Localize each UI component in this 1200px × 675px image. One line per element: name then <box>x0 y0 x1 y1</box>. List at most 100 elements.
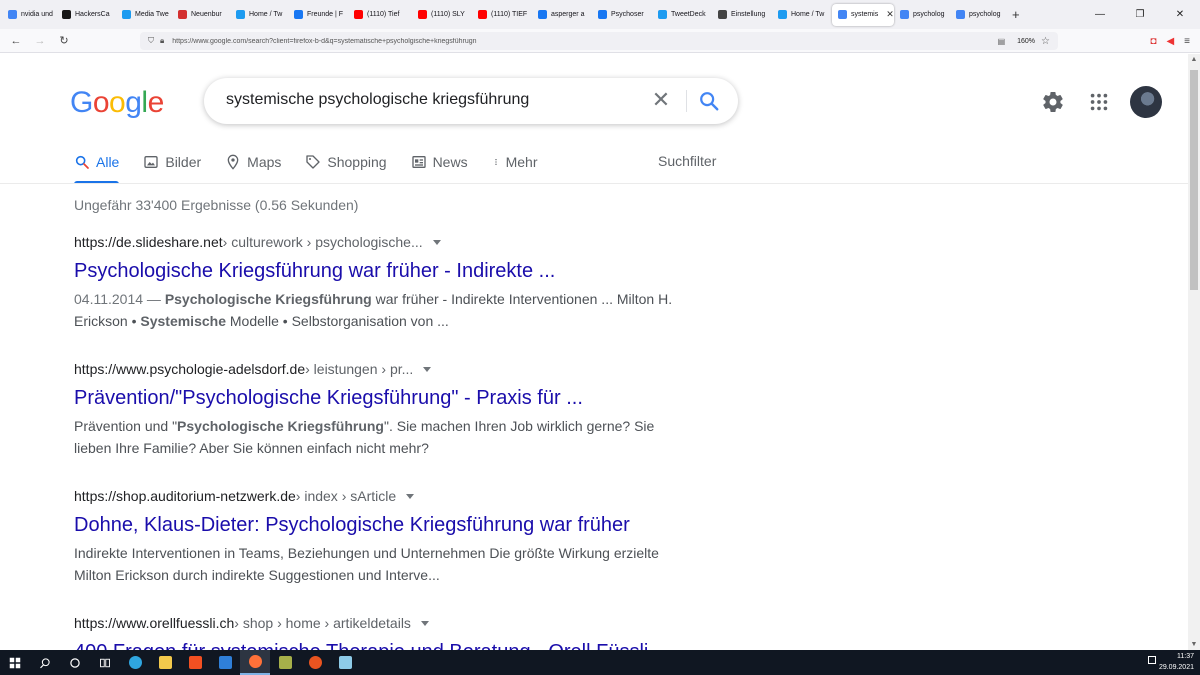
result-title-link[interactable]: Dohne, Klaus-Dieter: Psychologische Krie… <box>74 512 674 538</box>
menu-icon[interactable]: ≡ <box>1184 36 1190 47</box>
result-title-link[interactable]: Psychologische Kriegsführung war früher … <box>74 258 674 284</box>
ubuntu-icon[interactable] <box>300 650 330 675</box>
tab-bar: nvidia und HackersCa Media Twe Neuenbur Home… <box>0 0 1200 29</box>
extension-icon[interactable]: ◀ <box>1166 36 1174 47</box>
tab-bilder[interactable]: Bilder <box>143 150 201 174</box>
reader-view-icon[interactable]: ▤ <box>998 37 1012 46</box>
tab-alle[interactable]: Alle <box>74 150 120 184</box>
search-icon[interactable] <box>30 650 60 675</box>
result-title-link[interactable]: Prävention/"Psychologische Kriegsführung… <box>74 385 674 411</box>
browser-tab[interactable]: (1110) TIEF <box>472 3 532 27</box>
result-stats: Ungefähr 33'400 Ergebnisse (0.56 Sekunde… <box>74 197 359 213</box>
result-url[interactable]: https://www.orellfuessli.ch › shop › hom… <box>74 615 674 631</box>
restore-icon[interactable]: ❐ <box>1120 9 1160 20</box>
result-breadcrumb[interactable]: › index › sArticle <box>296 488 396 504</box>
result-domain[interactable]: https://www.orellfuessli.ch <box>74 615 234 631</box>
back-arrow-icon[interactable]: ← <box>4 35 28 47</box>
search-input[interactable]: systemische psychologische kriegsführung <box>226 91 529 109</box>
google-logo[interactable]: Google <box>70 86 164 120</box>
tab-shopping[interactable]: Shopping <box>305 150 387 174</box>
close-icon[interactable]: ✕ <box>1160 9 1200 20</box>
browser-tab[interactable]: asperger a <box>532 3 592 27</box>
lock-icon[interactable]: 🔒︎ <box>160 36 164 46</box>
tab-label: News <box>432 154 468 170</box>
result-domain[interactable]: https://www.psychologie-adelsdorf.de <box>74 361 305 377</box>
tab-news[interactable]: News <box>411 150 468 174</box>
browser-tab[interactable]: Neuenbur <box>172 3 230 27</box>
browser-tab[interactable]: Media Twe <box>116 3 172 27</box>
browser-tab[interactable]: systemis ✕ <box>832 3 894 26</box>
browser-tab[interactable]: (1110) SLY <box>412 3 472 27</box>
search-icon[interactable] <box>698 90 720 112</box>
snippet-highlight: Psychologische Kriegsführung <box>177 418 384 434</box>
logo-letter: o <box>92 86 110 119</box>
tab-label: Shopping <box>327 154 387 170</box>
result-url[interactable]: https://www.psychologie-adelsdorf.de › l… <box>74 361 674 377</box>
browser-tab[interactable]: psycholog <box>950 3 1006 27</box>
task-view-icon[interactable] <box>90 650 120 675</box>
result-url[interactable]: https://shop.auditorium-netzwerk.de › in… <box>74 488 674 504</box>
result-breadcrumb[interactable]: › leistungen › pr... <box>305 361 413 377</box>
browser-tab[interactable]: TweetDeck <box>652 3 712 27</box>
tab-maps[interactable]: Maps <box>225 150 281 174</box>
mail-icon[interactable] <box>210 650 240 675</box>
search-filter-button[interactable]: Suchfilter <box>658 153 716 169</box>
reload-icon[interactable]: ↻ <box>52 34 76 47</box>
browser-tab[interactable]: HackersCa <box>56 3 116 27</box>
x-app-icon[interactable] <box>270 650 300 675</box>
scroll-down-icon[interactable]: ▼ <box>1188 641 1200 648</box>
file-explorer-icon[interactable] <box>150 650 180 675</box>
google-apps-grid-icon[interactable] <box>1088 91 1110 113</box>
zoom-level[interactable]: 160% <box>1011 38 1041 45</box>
forward-arrow-icon[interactable]: → <box>28 35 52 47</box>
settings-gear-icon[interactable] <box>1041 90 1065 114</box>
notepad-icon[interactable] <box>330 650 360 675</box>
result-domain[interactable]: https://de.slideshare.net <box>74 234 223 250</box>
new-tab-icon[interactable]: + <box>1012 7 1020 22</box>
windows-start-icon[interactable] <box>0 650 30 675</box>
browser-tab[interactable]: nvidia und <box>2 3 56 27</box>
url-bar[interactable]: ⛉ 🔒︎ https://www.google.com/search?clien… <box>140 32 1058 50</box>
tab-mehr[interactable]: Mehr <box>492 150 537 174</box>
result-snippet: 04.11.2014 — Psychologische Kriegsführun… <box>74 288 674 332</box>
browser-tab[interactable]: Freunde | F <box>288 3 348 27</box>
shield-icon[interactable]: ⛉ <box>148 36 154 46</box>
scrollbar-thumb[interactable] <box>1190 70 1198 290</box>
clear-icon[interactable]: ✕ <box>650 89 672 112</box>
twitter-icon <box>778 10 787 19</box>
github-icon <box>62 10 71 19</box>
scroll-up-icon[interactable]: ▲ <box>1188 56 1200 63</box>
browser-tab[interactable]: Home / Tw <box>230 3 288 27</box>
browser-tab-label: Home / Tw <box>791 11 825 18</box>
tab-close-icon[interactable]: ✕ <box>886 9 894 20</box>
bookmark-star-icon[interactable]: ☆ <box>1041 36 1058 47</box>
minimize-icon[interactable]: — <box>1080 9 1120 20</box>
result-menu-caret-icon[interactable] <box>432 239 441 245</box>
result-breadcrumb[interactable]: › culturework › psychologische... <box>223 234 423 250</box>
map-pin-icon <box>225 154 241 170</box>
result-domain[interactable]: https://shop.auditorium-netzwerk.de <box>74 488 296 504</box>
browser-tab[interactable]: Home / Tw <box>772 3 832 27</box>
result-breadcrumb[interactable]: › shop › home › artikeldetails <box>234 615 411 631</box>
vertical-scrollbar[interactable]: ▲ ▼ <box>1188 54 1200 650</box>
cortana-icon[interactable] <box>60 650 90 675</box>
result-menu-caret-icon[interactable] <box>406 493 415 499</box>
browser-tab-label: nvidia und <box>21 11 53 18</box>
store-icon[interactable] <box>180 650 210 675</box>
result-menu-caret-icon[interactable] <box>423 366 432 372</box>
browser-tab[interactable]: psycholog <box>894 3 950 27</box>
pocket-icon[interactable]: ◘ <box>1150 36 1156 47</box>
browser-tab[interactable]: Psychoser <box>592 3 652 27</box>
system-clock[interactable]: 11:37 29.09.2021 <box>1159 651 1194 673</box>
browser-tab-label: Freunde | F <box>307 11 344 18</box>
firefox-icon[interactable] <box>240 650 270 675</box>
result-url[interactable]: https://de.slideshare.net › culturework … <box>74 234 674 250</box>
browser-tab[interactable]: (1110) Tief <box>348 3 412 27</box>
avatar[interactable] <box>1130 86 1162 118</box>
search-box[interactable]: systemische psychologische kriegsführung… <box>204 78 738 124</box>
url-text[interactable]: https://www.google.com/search?client=fir… <box>172 38 997 45</box>
edge-icon[interactable] <box>120 650 150 675</box>
result-menu-caret-icon[interactable] <box>420 620 429 626</box>
notification-icon[interactable] <box>1148 656 1156 664</box>
browser-tab[interactable]: Einstellung <box>712 3 772 27</box>
